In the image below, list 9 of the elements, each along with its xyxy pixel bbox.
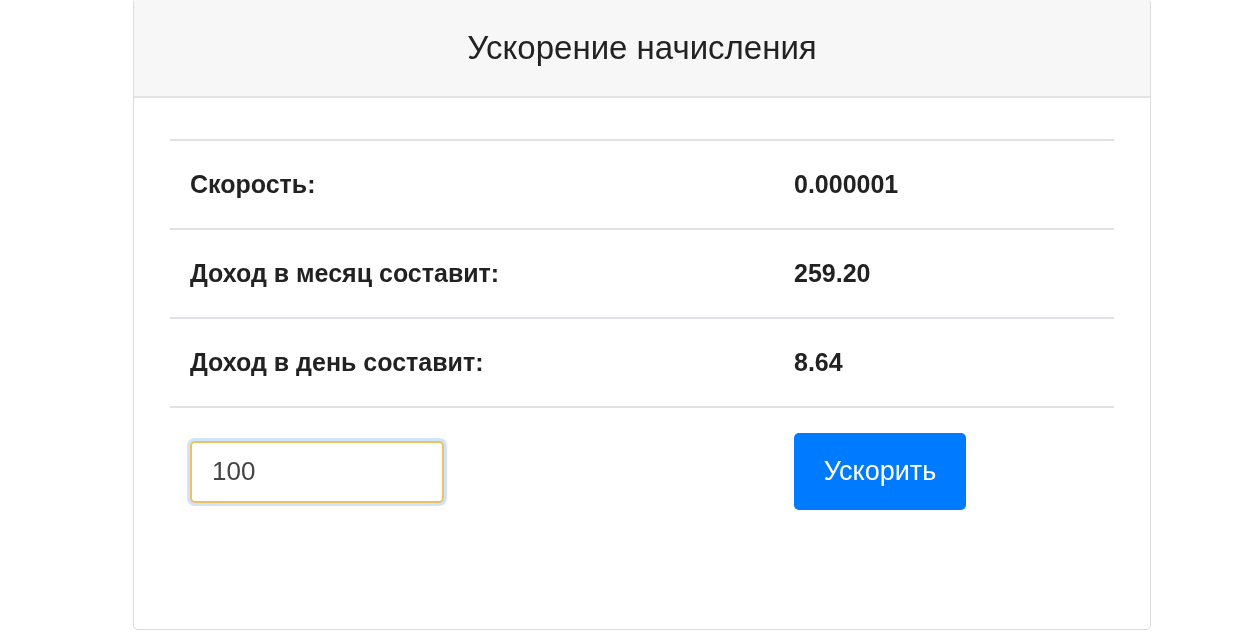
row-label: Доход в день составит: xyxy=(190,348,484,377)
row-value: 0.000001 xyxy=(794,170,899,199)
row-value: 259.20 xyxy=(794,259,871,288)
amount-field[interactable]: 100 xyxy=(190,440,444,503)
accelerate-button[interactable]: Ускорить xyxy=(794,433,966,510)
row-value: 8.64 xyxy=(794,348,843,377)
row-label: Доход в месяц составит: xyxy=(190,259,500,288)
card-title: Ускорение начисления xyxy=(467,28,817,67)
row-label: Скорость: xyxy=(190,170,316,199)
